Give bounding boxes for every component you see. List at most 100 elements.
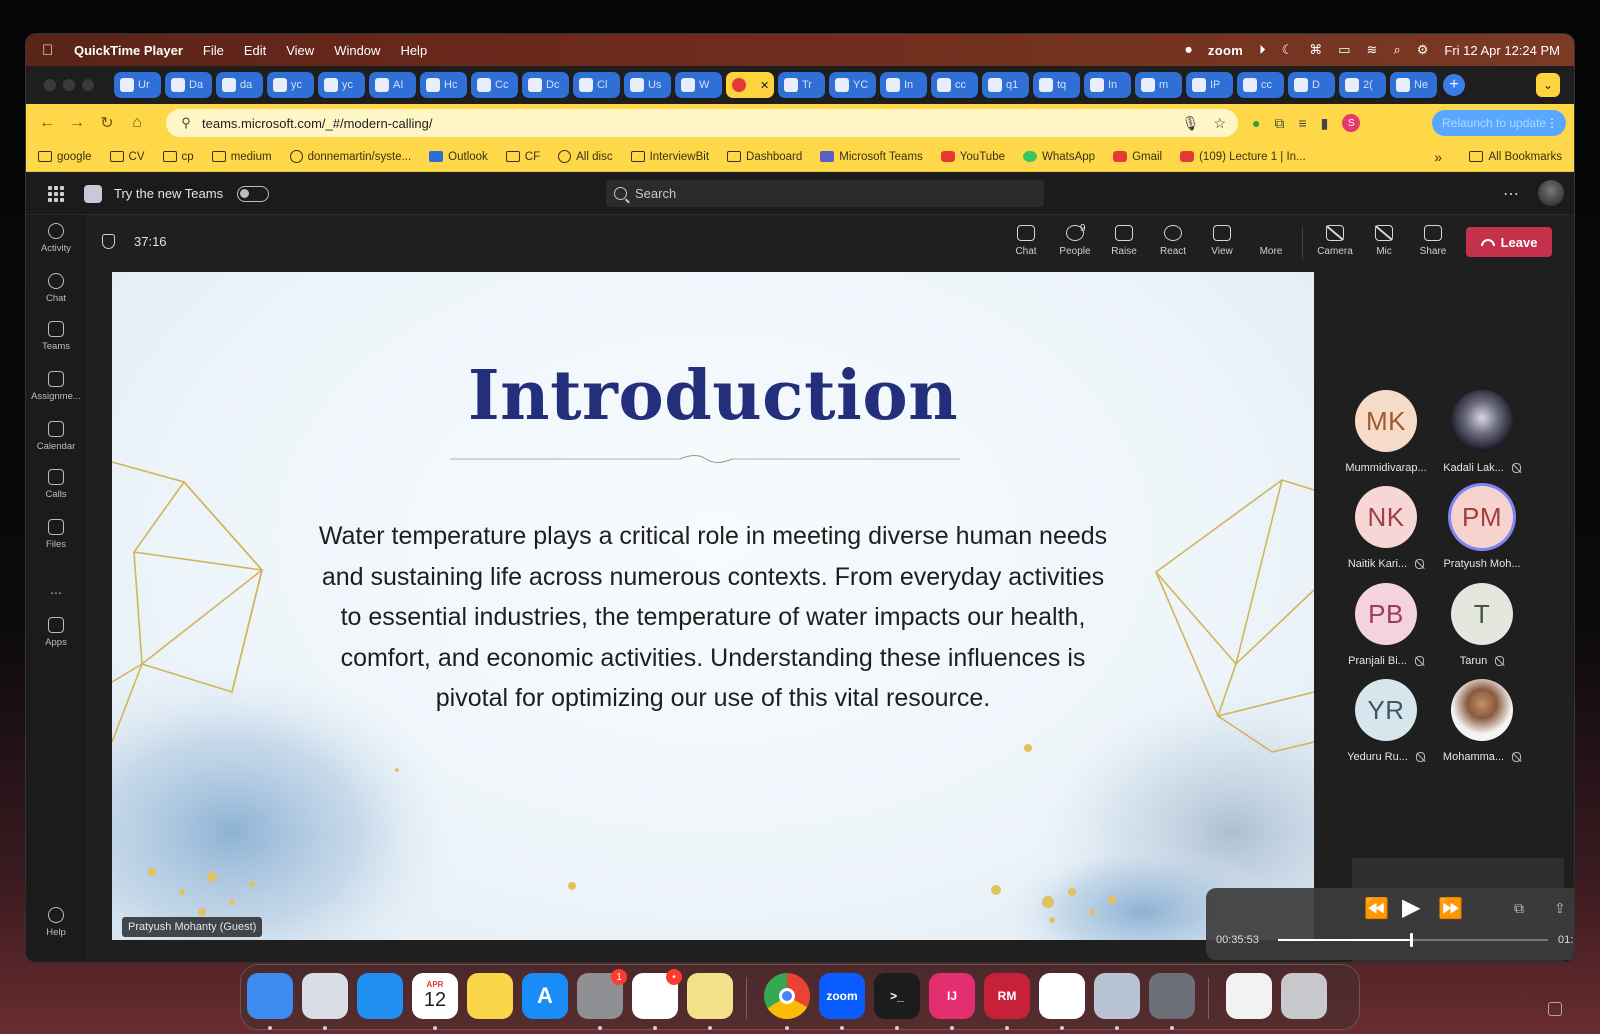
kebab-menu-icon[interactable]: ⋮	[1546, 116, 1558, 130]
rail-item-[interactable]: ...	[26, 577, 86, 597]
participant-tile[interactable]: PM Pratyush Moh...	[1434, 486, 1530, 570]
browser-tab[interactable]: ✕	[726, 72, 774, 98]
microphone-icon[interactable]: 🎙︎	[1182, 115, 1200, 132]
menu-help[interactable]: Help	[400, 43, 427, 58]
browser-tab[interactable]: IP	[1186, 72, 1233, 98]
all-bookmarks-button[interactable]: All Bookmarks	[1468, 151, 1562, 163]
rail-item-files[interactable]: Files	[26, 519, 86, 550]
bookmark-item[interactable]: Gmail	[1113, 151, 1162, 163]
share-control-button[interactable]: Share	[1411, 223, 1455, 257]
bookmark-item[interactable]: medium	[211, 151, 272, 163]
rubymine-dock-icon[interactable]: RM	[984, 973, 1030, 1019]
side-panel-icon[interactable]: ▮	[1321, 115, 1329, 132]
browser-tab[interactable]: cc	[931, 72, 978, 98]
browser-tab[interactable]: In	[880, 72, 927, 98]
vs-code-dock-icon[interactable]	[1039, 973, 1085, 1019]
app-launcher-icon[interactable]	[48, 185, 64, 202]
browser-tab[interactable]: D	[1288, 72, 1335, 98]
record-indicator-icon[interactable]: ⏺	[1185, 42, 1192, 58]
bookmark-item[interactable]: Dashboard	[727, 151, 802, 163]
control-center-icon[interactable]: ⚙	[1417, 42, 1429, 58]
system-settings-dock-icon[interactable]: 1	[577, 969, 627, 1019]
spotlight-search-icon[interactable]: ⌕	[1393, 42, 1400, 58]
apple-icon[interactable]: 	[42, 42, 60, 59]
browser-tab[interactable]: tq	[1033, 72, 1080, 98]
meeting-info-shield-icon[interactable]	[102, 234, 115, 249]
finder-dock-icon[interactable]	[247, 973, 293, 1019]
browser-tab[interactable]: In	[1084, 72, 1131, 98]
browser-tab[interactable]: Cl	[573, 72, 620, 98]
react-control-button[interactable]: React	[1151, 223, 1195, 257]
minimize-window-button[interactable]	[63, 79, 75, 91]
mic-control-button[interactable]: Mic	[1362, 223, 1406, 257]
rewind-icon[interactable]: ⏪	[1364, 896, 1389, 921]
chat-control-button[interactable]: Chat	[1004, 223, 1048, 257]
reload-icon[interactable]: ↻	[92, 113, 122, 133]
app-menu[interactable]: QuickTime Player	[74, 43, 183, 58]
browser-tab[interactable]: da	[216, 72, 263, 98]
menubar-datetime[interactable]: Fri 12 Apr 12:24 PM	[1444, 43, 1560, 58]
browser-tab[interactable]: Da	[165, 72, 212, 98]
browser-tab[interactable]: Ne	[1390, 72, 1437, 98]
bookmark-item[interactable]: CF	[505, 151, 540, 163]
app-store-dock-icon[interactable]: A	[522, 973, 568, 1019]
rail-item-apps[interactable]: Apps	[26, 617, 86, 648]
preview-dock-icon[interactable]	[1094, 973, 1140, 1019]
leave-button[interactable]: Leave	[1466, 227, 1552, 257]
browser-tab[interactable]: cc	[1237, 72, 1284, 98]
terminal-dock-icon[interactable]: >_	[874, 973, 920, 1019]
battery-icon[interactable]: ▭	[1338, 42, 1350, 58]
browser-tab[interactable]: Ur	[114, 72, 161, 98]
browser-tab[interactable]: YC	[829, 72, 876, 98]
screenshot-thumbnail-icon[interactable]	[1548, 1002, 1562, 1016]
intellij-idea-dock-icon[interactable]: IJ	[929, 973, 975, 1019]
browser-tab[interactable]: Us	[624, 72, 671, 98]
menu-window[interactable]: Window	[334, 43, 380, 58]
menu-view[interactable]: View	[286, 43, 314, 58]
participant-tile[interactable]: T Tarun	[1434, 583, 1530, 667]
participant-tile[interactable]: YR Yeduru Ru...	[1338, 679, 1434, 763]
browser-tab[interactable]: 2(	[1339, 72, 1386, 98]
browser-tab[interactable]: yc	[267, 72, 314, 98]
play-button-icon[interactable]: ▶	[1402, 893, 1420, 922]
calendar-dock-icon[interactable]: APR 12	[412, 973, 458, 1019]
extensions-puzzle-icon[interactable]: ⧉	[1274, 115, 1284, 132]
try-new-teams-toggle[interactable]	[237, 185, 270, 202]
bookmark-item[interactable]: cp	[162, 151, 194, 163]
bookmark-item[interactable]: InterviewBit	[630, 151, 709, 163]
document-dock-icon[interactable]	[1226, 973, 1272, 1019]
browser-tab[interactable]: Cc	[471, 72, 518, 98]
bookmark-item[interactable]: Outlook	[429, 151, 488, 163]
bookmark-item[interactable]: YouTube	[940, 151, 1005, 163]
more-control-button[interactable]: More	[1249, 223, 1293, 257]
bookmark-item[interactable]: WhatsApp	[1023, 151, 1095, 163]
address-bar[interactable]: ⚲ teams.microsoft.com/_#/modern-calling/…	[166, 109, 1238, 137]
picture-in-picture-icon[interactable]: ⧉	[1514, 900, 1524, 917]
wifi-icon[interactable]: ≋	[1367, 42, 1378, 58]
participant-tile[interactable]: NK Naitik Kari...	[1338, 486, 1434, 570]
share-export-icon[interactable]: ⇪	[1554, 900, 1566, 917]
rail-item-chat[interactable]: Chat	[26, 273, 86, 304]
bookmark-item[interactable]: google	[38, 151, 92, 163]
more-bookmarks-button[interactable]: »	[1434, 149, 1442, 165]
menu-edit[interactable]: Edit	[244, 43, 266, 58]
participant-tile[interactable]: MK Mummidivarap...	[1338, 390, 1434, 474]
stickies-dock-icon[interactable]	[687, 973, 733, 1019]
browser-tab[interactable]: yc	[318, 72, 365, 98]
bookmark-item[interactable]: CV	[109, 151, 145, 163]
rail-item-calendar[interactable]: Calendar	[26, 421, 86, 452]
settings-more-icon[interactable]: ⋯	[1503, 184, 1520, 204]
participant-tile[interactable]: PB Pranjali Bi...	[1338, 583, 1434, 667]
focus-moon-icon[interactable]: ☾	[1282, 42, 1294, 58]
rail-item-activity[interactable]: Activity	[26, 223, 86, 254]
safari-dock-icon[interactable]	[357, 973, 403, 1019]
launchpad-dock-icon[interactable]	[302, 973, 348, 1019]
extension-icon[interactable]: ⌘	[1309, 42, 1322, 58]
bookmark-item[interactable]: Microsoft Teams	[820, 151, 923, 163]
play-status-icon[interactable]: ⏵	[1259, 42, 1266, 58]
notes-dock-icon[interactable]	[467, 973, 513, 1019]
rail-item-assignme[interactable]: Assignme...	[26, 371, 86, 402]
menu-file[interactable]: File	[203, 43, 224, 58]
rail-item-calls[interactable]: Calls	[26, 469, 86, 500]
people-control-button[interactable]: 9 People	[1053, 223, 1097, 257]
